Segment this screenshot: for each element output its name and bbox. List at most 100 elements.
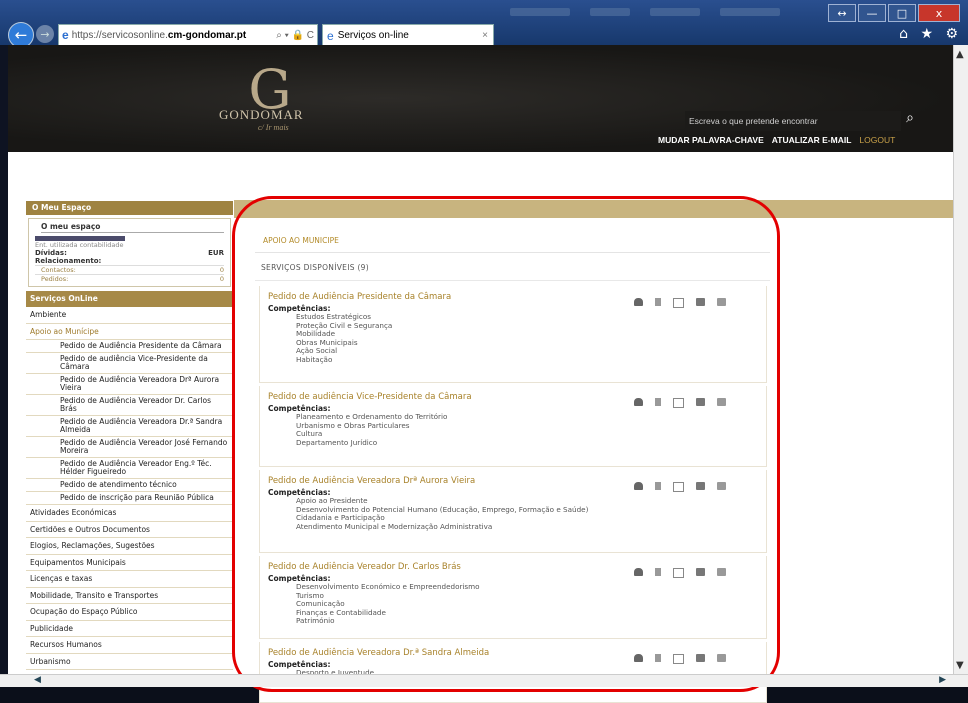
logout-link[interactable]: LOGOUT [859, 135, 895, 145]
window-maximize-button[interactable]: □ [888, 4, 916, 22]
sidebar-category[interactable]: Certidões e Outros Documentos [26, 522, 233, 538]
window-minimize-button[interactable]: — [858, 4, 886, 22]
window-controls: ↔ — □ x [828, 4, 960, 22]
competencias-list: Estudos Estratégicos Proteção Civil e Seg… [296, 312, 392, 365]
account-links: MUDAR PALAVRA-CHAVE ATUALIZAR E-MAIL LOG… [658, 135, 895, 145]
monitor-icon[interactable] [717, 398, 726, 406]
contacts-value: 0 [219, 266, 224, 274]
competencia-item: Atendimento Municipal e Modernização Adm… [296, 521, 493, 531]
competencias-list: Planeamento e Ordenamento do Território U… [296, 412, 447, 447]
my-space-box: O meu espaço Ent. utilizada contabilidad… [28, 218, 231, 287]
scroll-up-icon[interactable]: ▲ [956, 49, 964, 60]
sidebar-category[interactable]: Publicidade [26, 621, 233, 637]
document-icon[interactable] [655, 298, 661, 306]
sidebar-subitem[interactable]: Pedido de Audiência Vereadora Drª Aurora… [26, 374, 233, 395]
vertical-scrollbar[interactable]: ▲ ▼ [953, 45, 968, 675]
sidebar-category[interactable]: Licenças e taxas [26, 571, 233, 588]
person-icon[interactable] [634, 654, 643, 662]
sidebar-subitem[interactable]: Pedido de atendimento técnico [26, 479, 233, 492]
person-icon[interactable] [634, 482, 643, 490]
available-services-heading: SERVIÇOS DISPONÍVEIS (9) [261, 263, 369, 272]
mail-icon[interactable] [673, 398, 684, 408]
update-email-link[interactable]: ATUALIZAR E-MAIL [772, 135, 852, 145]
tab-servicos-online[interactable]: e Serviços on-line × [322, 24, 494, 46]
service-action-icons [634, 568, 726, 578]
person-icon[interactable] [634, 298, 643, 306]
person-icon[interactable] [634, 568, 643, 576]
breadcrumb[interactable]: APOIO AO MUNICIPE [263, 236, 339, 245]
monitor-icon[interactable] [717, 298, 726, 306]
online-services-title: Serviços OnLine [26, 291, 233, 307]
sidebar-category[interactable]: Atividades Económicas [26, 505, 233, 522]
forward-button[interactable]: → [36, 25, 54, 43]
service-title-link[interactable]: Pedido de Audiência Vereadora Dr.ª Sandr… [268, 648, 489, 658]
service-action-icons [634, 482, 726, 492]
sidebar-category[interactable]: Recursos Humanos [26, 637, 233, 654]
print-icon[interactable] [696, 298, 705, 306]
left-sidebar: O Meu Espaço O meu espaço Ent. utilizada… [26, 201, 233, 687]
sidebar-category[interactable]: Apoio ao Munícipe [26, 324, 233, 340]
sidebar-category[interactable]: Urbanismo [26, 654, 233, 670]
service-title-link[interactable]: Pedido de Audiência Presidente da Câmara [268, 292, 451, 302]
print-icon[interactable] [696, 654, 705, 662]
window-left-edge [0, 45, 8, 675]
print-icon[interactable] [696, 398, 705, 406]
service-title-link[interactable]: Pedido de Audiência Vereadora Drª Aurora… [268, 476, 475, 486]
monitor-icon[interactable] [717, 568, 726, 576]
sidebar-subitem[interactable]: Pedido de Audiência Vereador José Fernan… [26, 437, 233, 458]
tab-title: Serviços on-line [337, 30, 409, 41]
scroll-left-icon[interactable]: ◀ [34, 675, 41, 685]
logo-text[interactable]: GONDOMAR [219, 107, 304, 123]
monitor-icon[interactable] [717, 654, 726, 662]
sidebar-subitem[interactable]: Pedido de Audiência Presidente da Câmara [26, 340, 233, 353]
mail-icon[interactable] [673, 482, 684, 492]
sidebar-category[interactable]: Ambiente [26, 307, 233, 324]
document-icon[interactable] [655, 568, 661, 576]
document-icon[interactable] [655, 398, 661, 406]
sidebar-category[interactable]: Mobilidade, Transito e Transportes [26, 588, 233, 604]
scroll-right-icon[interactable]: ▶ [939, 675, 946, 685]
contacts-label: Contactos: [41, 266, 76, 274]
debts-value: EUR [208, 249, 224, 257]
window-close-button[interactable]: x [918, 4, 960, 22]
sidebar-category[interactable]: Ocupação do Espaço Público [26, 604, 233, 621]
change-password-link[interactable]: MUDAR PALAVRA-CHAVE [658, 135, 764, 145]
document-icon[interactable] [655, 482, 661, 490]
competencias-list: Apoio ao Presidente Desenvolvimento do Po… [296, 496, 588, 531]
main-panel: APOIO AO MUNICIPE SERVIÇOS DISPONÍVEIS (… [255, 230, 770, 703]
sidebar-subitem[interactable]: Pedido de Audiência Vereador Dr. Carlos … [26, 395, 233, 416]
mail-icon[interactable] [673, 298, 684, 308]
relationship-label: Relacionamento: [35, 257, 102, 265]
mail-icon[interactable] [673, 654, 684, 664]
person-icon[interactable] [634, 398, 643, 406]
scroll-down-icon[interactable]: ▼ [956, 660, 964, 671]
document-icon[interactable] [655, 654, 661, 662]
horizontal-scrollbar[interactable]: ◀ ▶ [0, 674, 968, 687]
address-bar[interactable]: e https://servicosonline. cm-gondomar.pt … [58, 24, 318, 46]
sidebar-subitem[interactable]: Pedido de Audiência Vereadora Dr.ª Sandr… [26, 416, 233, 437]
search-icon[interactable]: ⌕ [901, 108, 919, 128]
sidebar-subitem[interactable]: Pedido de audiência Vice-Presidente da C… [26, 353, 233, 374]
service-card: Pedido de audiência Vice-Presidente da C… [259, 386, 767, 467]
sidebar-category[interactable]: Elogios, Reclamações, Sugestões [26, 538, 233, 555]
home-favorites-settings-icons[interactable]: ⌂ ★ ⚙ [899, 26, 962, 42]
monitor-icon[interactable] [717, 482, 726, 490]
my-space-title: O Meu Espaço [26, 201, 233, 215]
print-icon[interactable] [696, 568, 705, 576]
tab-close-icon[interactable]: × [482, 30, 488, 41]
sidebar-subitem[interactable]: Pedido de Audiência Vereador Eng.º Téc. … [26, 458, 233, 479]
relationship-row: Relacionamento: [35, 257, 224, 265]
window-restore-button[interactable]: ↔ [828, 4, 856, 22]
service-title-link[interactable]: Pedido de Audiência Vereador Dr. Carlos … [268, 562, 461, 572]
service-title-link[interactable]: Pedido de audiência Vice-Presidente da C… [268, 392, 472, 402]
address-tools[interactable]: ⌕ ▾ 🔒 C [276, 30, 314, 41]
requests-row[interactable]: Pedidos: 0 [35, 274, 224, 283]
mail-icon[interactable] [673, 568, 684, 578]
search-input[interactable] [685, 111, 901, 131]
sidebar-category[interactable]: Equipamentos Municipais [26, 555, 233, 571]
sidebar-subitem[interactable]: Pedido de inscrição para Reunião Pública [26, 492, 233, 505]
debts-label: Dívidas: [35, 249, 67, 257]
service-card: Pedido de Audiência Vereadora Drª Aurora… [259, 470, 767, 553]
print-icon[interactable] [696, 482, 705, 490]
contacts-row[interactable]: Contactos: 0 [35, 265, 224, 274]
